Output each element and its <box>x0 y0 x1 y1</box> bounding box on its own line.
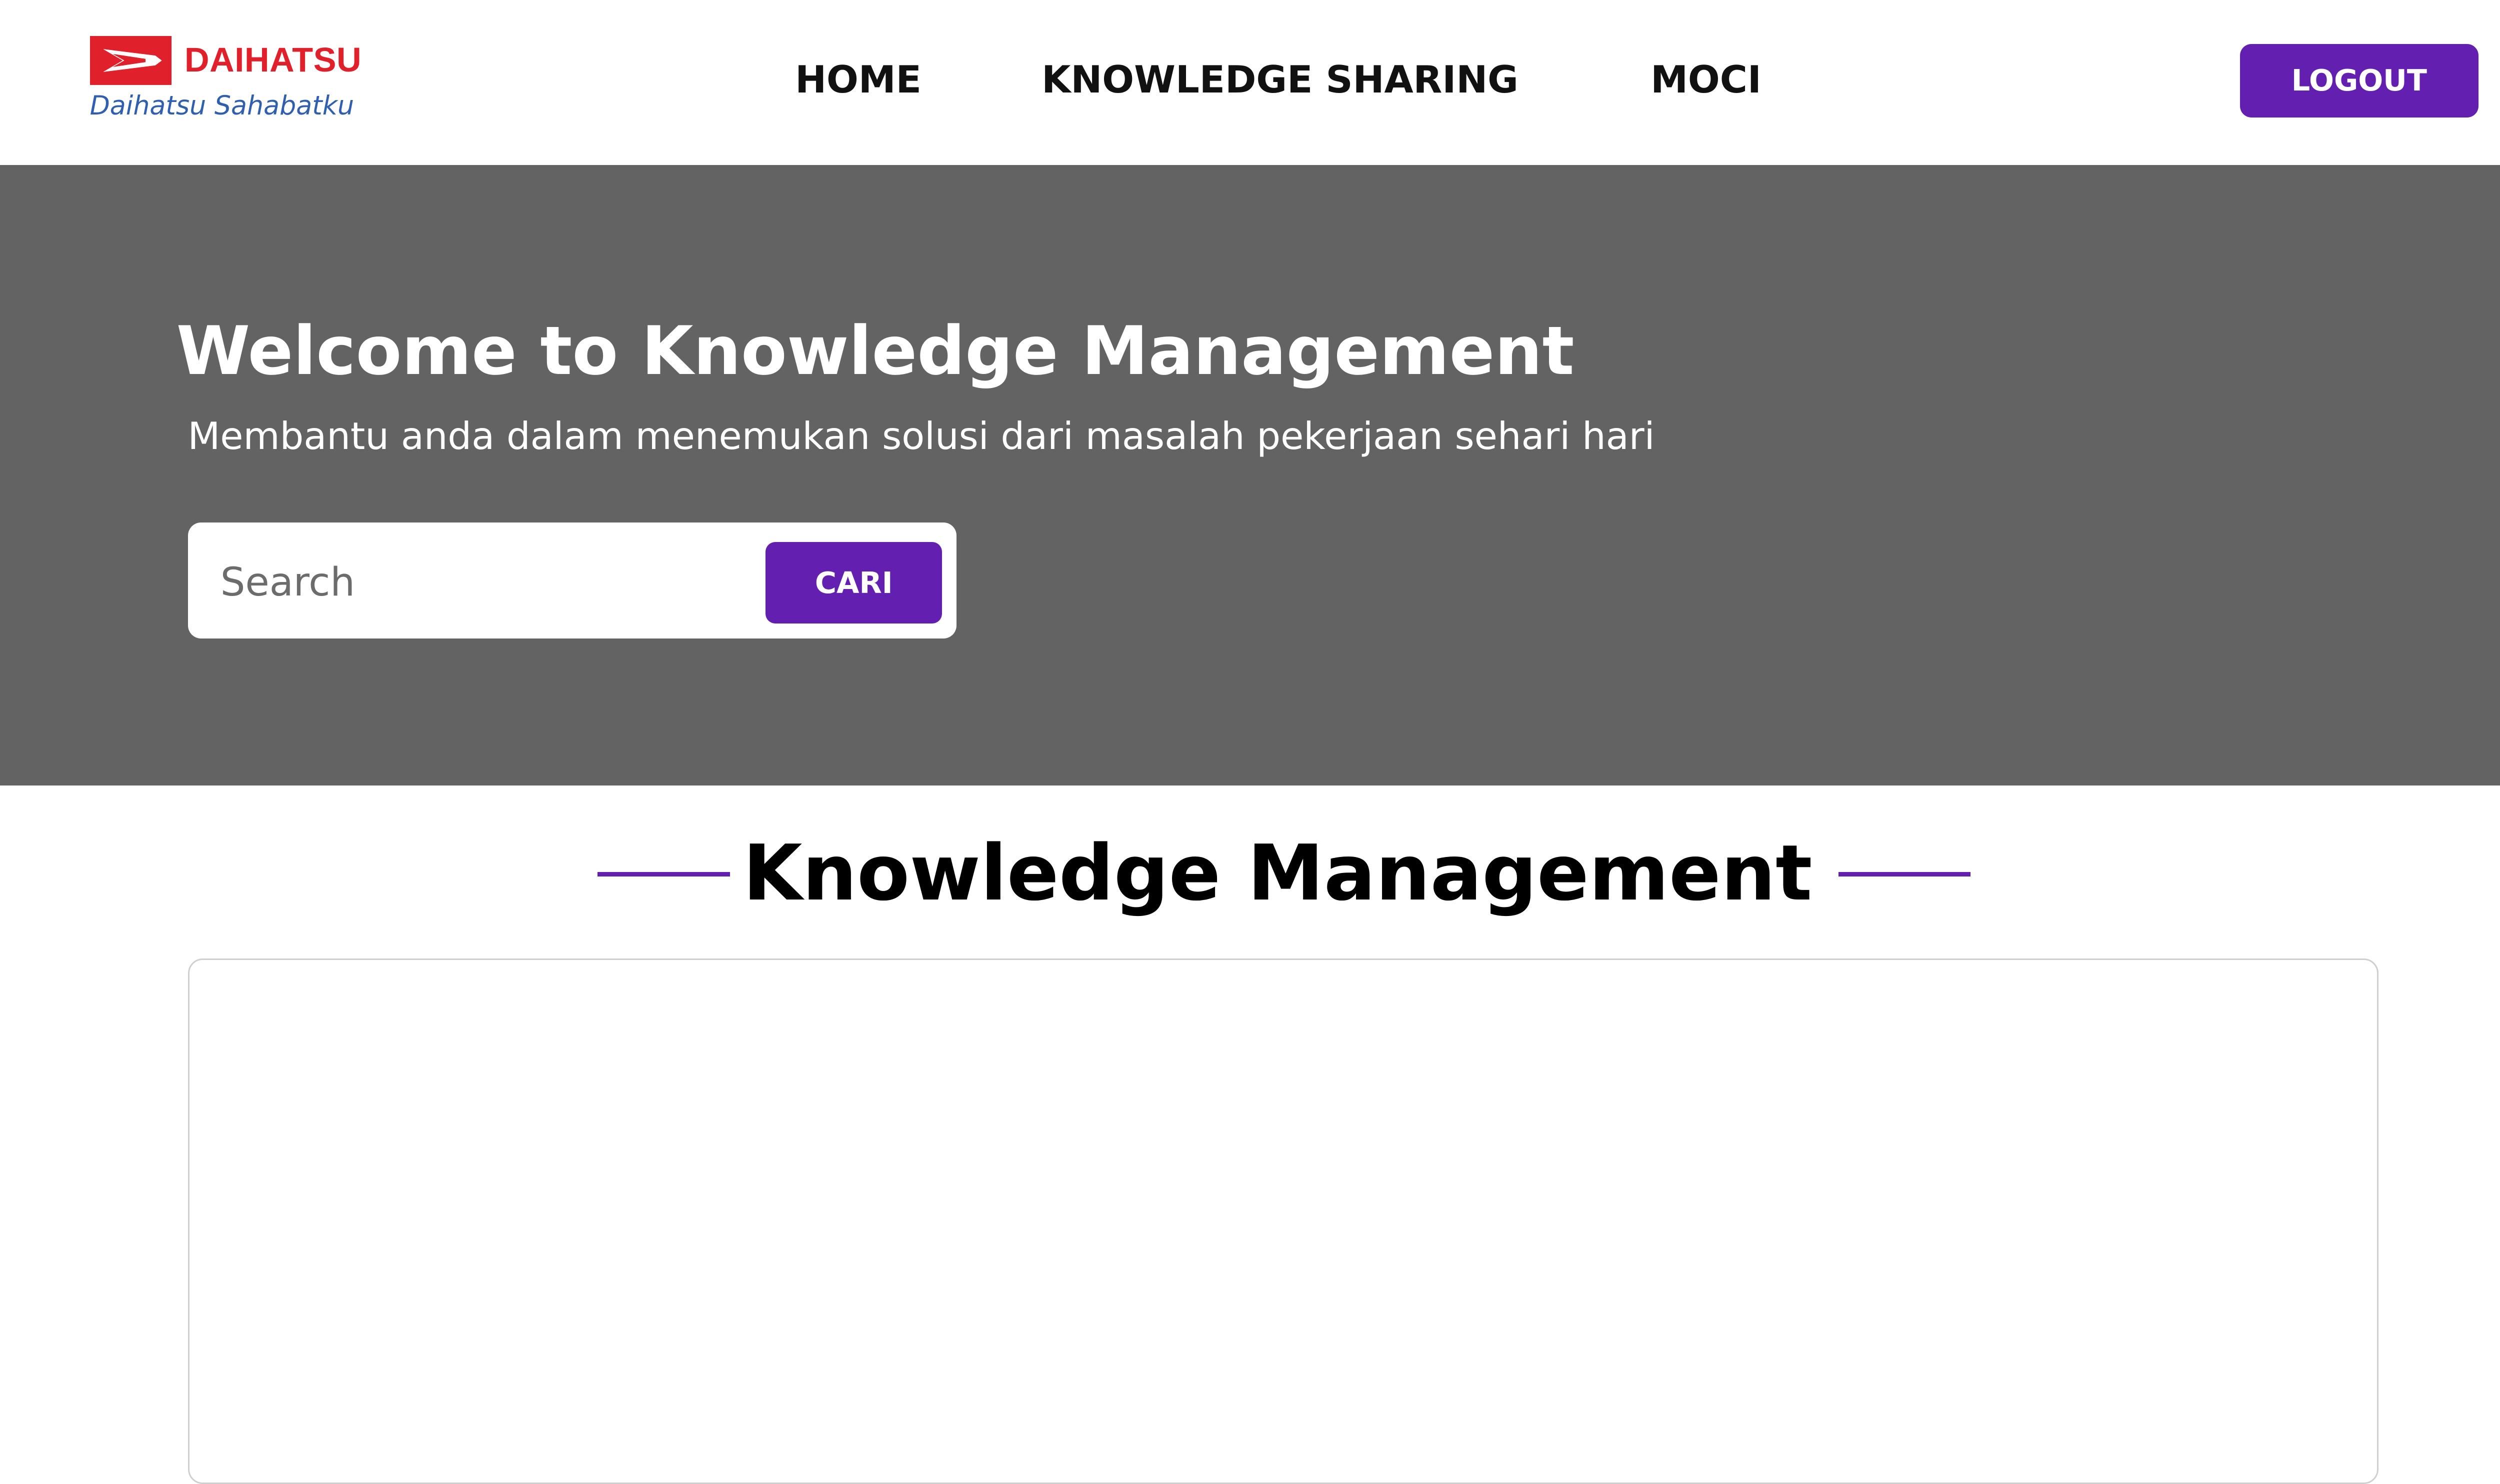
search-button[interactable]: CARI <box>766 542 942 624</box>
nav-knowledge-sharing[interactable]: KNOWLEDGE SHARING <box>1042 56 1518 104</box>
logout-button[interactable]: LOGOUT <box>2240 44 2478 118</box>
hero-subtitle: Membantu anda dalam menemukan solusi dar… <box>188 414 1655 458</box>
hero-title: Welcome to Knowledge Management <box>176 312 1574 390</box>
nav-home[interactable]: HOME <box>795 56 922 104</box>
section-title: Knowledge Management <box>742 828 1812 918</box>
search-box: CARI <box>188 522 957 638</box>
hero-banner: Welcome to Knowledge Management Membantu… <box>0 164 2500 786</box>
top-navbar: DAIHATSU Daihatsu Sahabatku HOME KNOWLED… <box>0 0 2500 165</box>
section-heading: Knowledge Management <box>0 816 2500 931</box>
knowledge-content-panel <box>188 958 2378 1484</box>
heading-line-right <box>1838 872 1971 877</box>
logo-brand-text: DAIHATSU <box>184 40 362 80</box>
daihatsu-logo[interactable]: DAIHATSU Daihatsu Sahabatku <box>90 36 368 128</box>
logo-tagline: Daihatsu Sahabatku <box>90 90 354 121</box>
search-input[interactable] <box>217 545 762 619</box>
nav-moci[interactable]: MOCI <box>1650 56 1762 104</box>
daihatsu-emblem-icon <box>90 36 172 85</box>
heading-line-left <box>598 872 730 877</box>
